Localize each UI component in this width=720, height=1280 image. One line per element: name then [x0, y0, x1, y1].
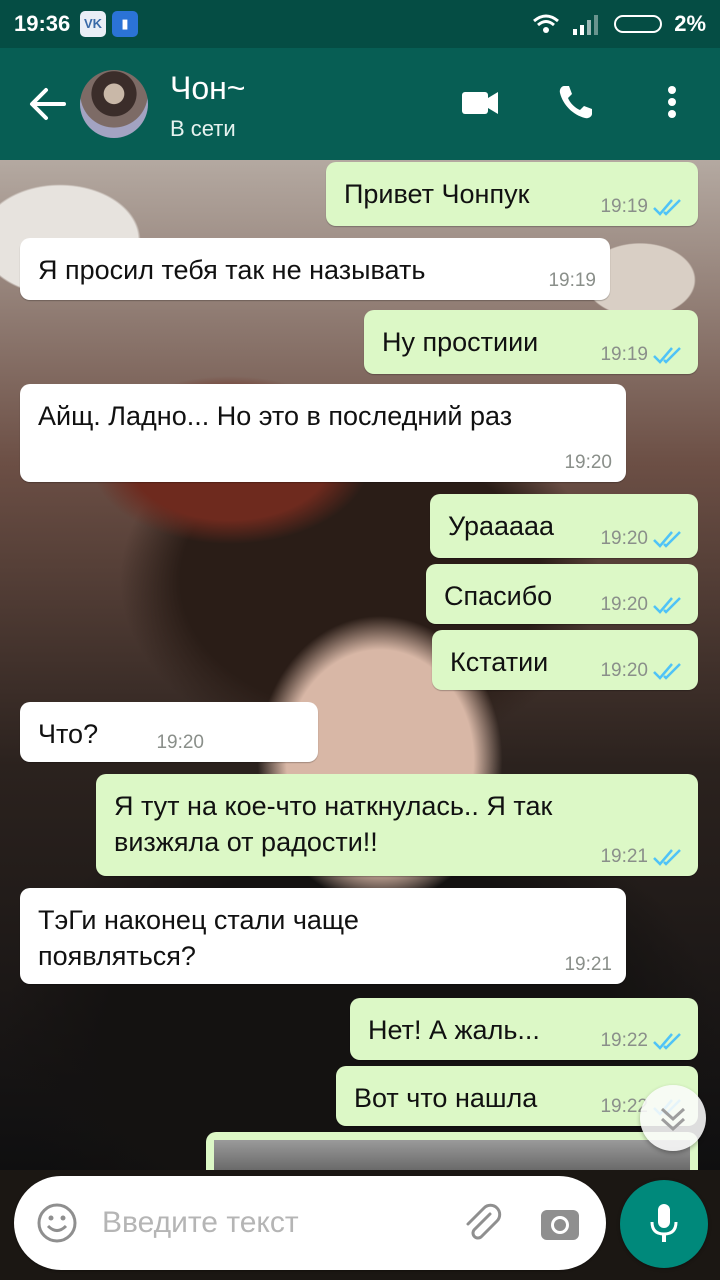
double-check-icon: [653, 347, 681, 364]
message-bubble[interactable]: Ну простиии 19:19: [364, 310, 698, 374]
camera-icon[interactable]: [538, 1202, 582, 1246]
message-meta: 19:20: [600, 660, 684, 682]
message-time: 19:20: [600, 660, 648, 681]
double-check-icon: [653, 663, 681, 680]
mic-button[interactable]: [620, 1180, 708, 1268]
message-meta: 19:19: [548, 270, 596, 292]
signal-icon: [573, 15, 599, 35]
image-message[interactable]: [206, 1132, 698, 1170]
message-time: 19:19: [600, 196, 648, 217]
message-time: 19:20: [600, 594, 648, 615]
message-text: ТэГи наконец стали чаще появляться?: [38, 905, 359, 971]
message-input[interactable]: Введите текст: [102, 1206, 299, 1240]
message-meta: 19:20: [564, 452, 612, 474]
message-meta: 19:20: [156, 732, 204, 754]
vk-app-icon: VK: [80, 11, 106, 37]
message-bubble[interactable]: Я тут на кое-что наткнулась.. Я так визж…: [96, 774, 698, 876]
video-call-icon[interactable]: [460, 82, 500, 122]
image-thumbnail[interactable]: [214, 1140, 690, 1170]
message-time: 19:21: [600, 846, 648, 867]
message-time: 19:20: [600, 528, 648, 549]
message-bubble[interactable]: ТэГи наконец стали чаще появляться? 19:2…: [20, 888, 626, 984]
status-time: 19:36: [14, 11, 71, 36]
message-bubble[interactable]: Урааааа 19:20: [430, 494, 698, 558]
message-bubble[interactable]: Спасибо 19:20: [426, 564, 698, 624]
double-check-icon: [653, 531, 681, 548]
battery-icon: [614, 15, 663, 33]
message-meta: 19:19: [600, 196, 684, 218]
emoji-icon[interactable]: [36, 1202, 78, 1244]
mic-icon: [650, 1204, 678, 1242]
message-time: 19:20: [156, 732, 204, 753]
double-check-icon: [653, 1033, 681, 1050]
double-check-icon: [653, 199, 681, 216]
message-meta: 19:20: [600, 528, 684, 550]
scroll-down-button[interactable]: [640, 1085, 706, 1151]
message-time: 19:22: [600, 1030, 648, 1051]
chat-header: Чон~ В сети: [0, 48, 720, 160]
double-check-icon: [653, 597, 681, 614]
message-time: 19:20: [564, 452, 612, 473]
message-time: 19:19: [548, 270, 596, 291]
status-right: 2%: [532, 11, 706, 37]
message-text: Айщ. Ладно... Но это в последний раз: [38, 401, 513, 431]
double-check-icon: [653, 849, 681, 866]
chevron-down-icon: [660, 1107, 686, 1132]
message-meta: 19:19: [600, 344, 684, 366]
status-bar: 19:36 VK ▮ 2%: [0, 0, 720, 48]
message-bubble[interactable]: Привет Чонпук 19:19: [326, 162, 698, 226]
message-meta: 19:21: [564, 954, 612, 976]
back-arrow-icon[interactable]: [28, 86, 68, 122]
phone-icon[interactable]: [556, 82, 596, 122]
message-text: Я тут на кое-что наткнулась.. Я так визж…: [114, 791, 553, 857]
message-time: 19:21: [564, 954, 612, 975]
more-vert-icon[interactable]: [660, 82, 684, 122]
message-meta: 19:20: [600, 594, 684, 616]
avatar[interactable]: [80, 70, 148, 138]
message-bubble[interactable]: Я просил тебя так не называть 19:19: [20, 238, 610, 300]
message-text: Я просил тебя так не называть: [38, 255, 426, 285]
wifi-icon: [533, 14, 560, 33]
chat-area[interactable]: Привет Чонпук 19:19 Я просил тебя так не…: [0, 160, 720, 1170]
message-time: 19:19: [600, 344, 648, 365]
message-meta: 19:22: [600, 1030, 684, 1052]
notes-app-icon: ▮: [112, 11, 138, 37]
message-bubble[interactable]: Айщ. Ладно... Но это в последний раз 19:…: [20, 384, 626, 482]
contact-name[interactable]: Чон~: [170, 70, 245, 107]
battery-text: 2%: [674, 11, 706, 36]
message-bubble[interactable]: Кстатии 19:20: [432, 630, 698, 690]
contact-status: В сети: [170, 116, 236, 141]
message-input-bar: Введите текст: [14, 1176, 606, 1270]
message-bubble[interactable]: Что? 19:20: [20, 702, 318, 762]
message-meta: 19:21: [600, 846, 684, 868]
attach-icon[interactable]: [460, 1202, 504, 1246]
message-bubble[interactable]: Нет! А жаль... 19:22: [350, 998, 698, 1060]
